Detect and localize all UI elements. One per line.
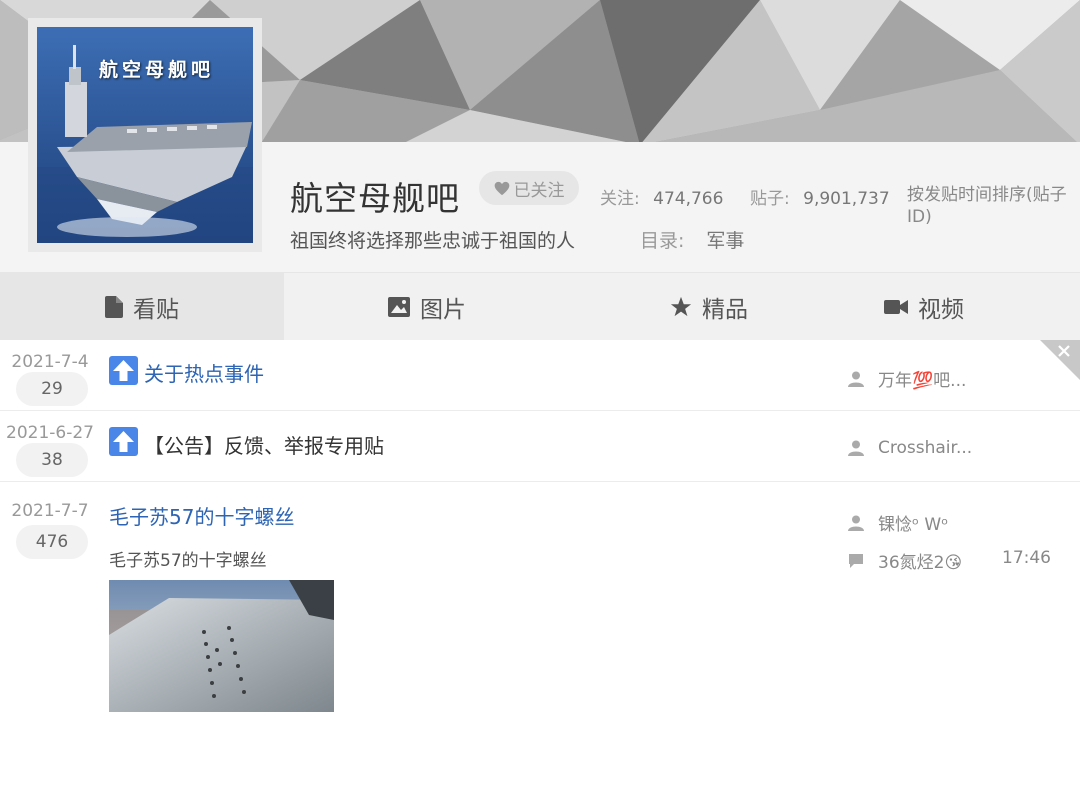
thread-row[interactable]: 2021-6-27 38 【公告】反馈、举报专用贴 Crosshair...: [0, 411, 1080, 482]
thread-author[interactable]: Crosshair...: [848, 438, 972, 458]
last-reply-user: 36氮烃2😘: [878, 553, 963, 573]
close-icon: [1040, 340, 1080, 380]
forum-name[interactable]: 航空母舰吧: [290, 172, 460, 220]
tab-posts[interactable]: 看贴: [0, 273, 284, 341]
forum-slogan: 祖国终将选择那些忠诚于祖国的人: [290, 230, 576, 252]
tab-posts-label: 看贴: [133, 297, 179, 323]
thread-author-name: 锞惗ᵒ Wᵒ: [878, 515, 949, 535]
thread-author-name: Crosshair...: [878, 438, 973, 458]
thread-date: 2021-7-7: [11, 501, 89, 521]
heart-icon: [494, 181, 509, 195]
reply-count-badge: 29: [16, 372, 88, 406]
followers-stat: 关注: 474,766: [600, 184, 723, 209]
sort-order-link[interactable]: 按发贴时间排序(贴子ID): [907, 184, 1067, 228]
thread-abstract: 毛子苏57的十字螺丝: [109, 551, 267, 571]
thread-author-name: 万年💯吧...: [878, 371, 967, 391]
followers-label: 关注:: [600, 189, 640, 209]
followed-button[interactable]: 已关注: [479, 171, 579, 205]
forum-logo-frame[interactable]: 航空母舰吧: [28, 18, 262, 252]
posts-count: 9,901,737: [803, 189, 890, 209]
user-icon: [848, 515, 864, 531]
tab-images[interactable]: 图片: [388, 273, 466, 341]
last-reply-info[interactable]: 36氮烃2😘: [848, 548, 962, 573]
star-icon: [670, 296, 692, 317]
catalog-label: 目录:: [640, 230, 685, 252]
thread-thumbnail-image[interactable]: [109, 580, 334, 712]
thread-title-link[interactable]: 【公告】反馈、举报专用贴: [144, 430, 384, 459]
tab-images-label: 图片: [420, 297, 466, 323]
reply-count-badge: 38: [16, 443, 88, 477]
image-icon: [388, 297, 410, 317]
thread-title-link[interactable]: 关于热点事件: [144, 358, 264, 387]
document-icon: [105, 296, 123, 318]
forum-tabs: 看贴 图片 精品 视频: [0, 272, 1080, 341]
logo-title-text: 航空母舰吧: [99, 59, 215, 81]
close-notice-corner[interactable]: [1040, 340, 1080, 380]
last-reply-time: 17:46: [1002, 548, 1051, 568]
video-camera-icon: [884, 300, 908, 314]
forum-logo-image: 航空母舰吧: [37, 27, 253, 243]
tab-featured[interactable]: 精品: [670, 273, 748, 341]
user-icon: [848, 371, 864, 387]
posts-stat: 贴子: 9,901,737: [750, 184, 890, 209]
pinned-arrow-icon: [109, 356, 138, 385]
reply-count-badge: 476: [16, 525, 88, 559]
followed-label: 已关注: [513, 180, 565, 201]
thread-date: 2021-7-4: [11, 352, 89, 372]
thread-row[interactable]: 2021-7-4 29 关于热点事件 万年💯吧...: [0, 340, 1080, 411]
posts-label: 贴子:: [750, 189, 790, 209]
followers-count: 474,766: [653, 189, 724, 209]
tab-videos-label: 视频: [918, 297, 964, 323]
thread-title-link[interactable]: 毛子苏57的十字螺丝: [109, 501, 294, 530]
tab-videos[interactable]: 视频: [884, 273, 964, 341]
thread-date: 2021-6-27: [6, 423, 94, 443]
comment-icon: [849, 553, 863, 568]
user-icon: [848, 440, 864, 456]
catalog-value-link[interactable]: 军事: [706, 230, 744, 252]
thread-author[interactable]: 锞惗ᵒ Wᵒ: [848, 510, 948, 535]
pinned-arrow-icon: [109, 427, 138, 456]
forum-catalog: 目录: 军事: [640, 226, 744, 253]
thread-author[interactable]: 万年💯吧...: [848, 366, 966, 391]
tab-featured-label: 精品: [702, 297, 748, 323]
